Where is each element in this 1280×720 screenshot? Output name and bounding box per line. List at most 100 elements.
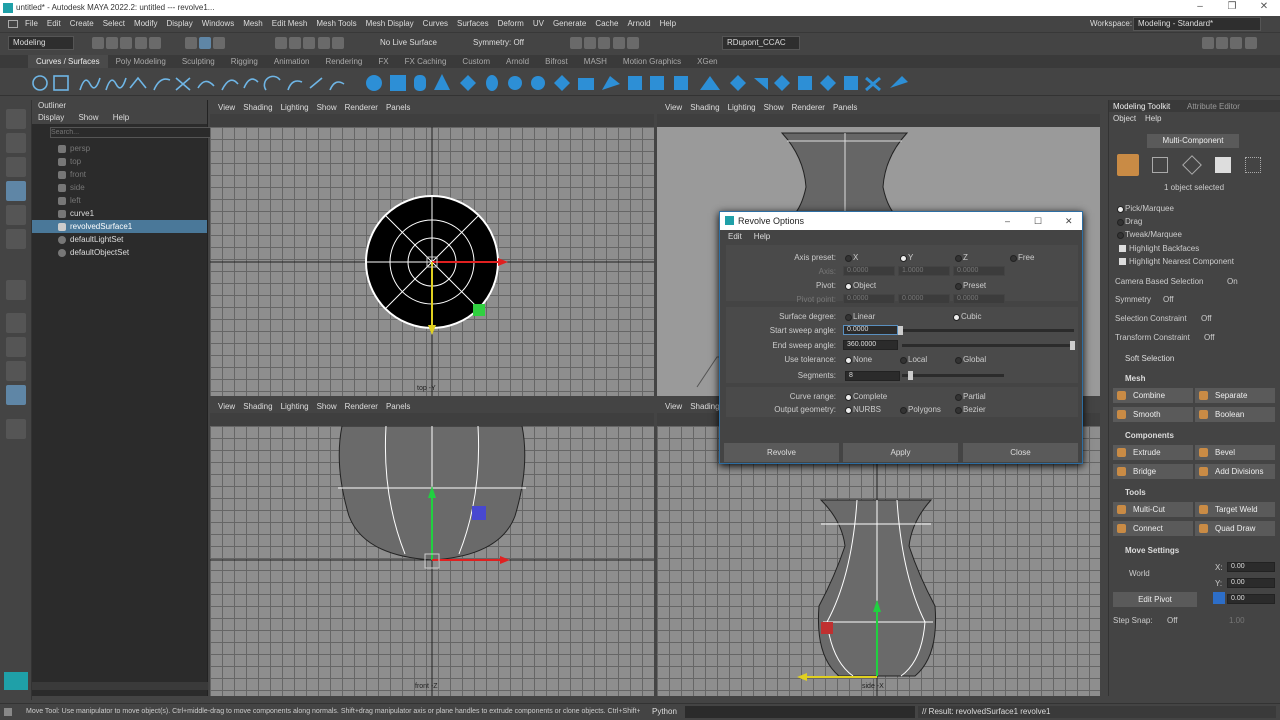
menu-curves[interactable]: Curves bbox=[423, 16, 448, 32]
vp-menu-view[interactable]: View bbox=[218, 402, 235, 411]
menu-display[interactable]: Display bbox=[167, 16, 193, 32]
render-view-icon[interactable] bbox=[570, 37, 582, 49]
extrude-button[interactable]: Extrude bbox=[1113, 445, 1193, 460]
segments-slider[interactable] bbox=[902, 374, 1004, 377]
snap-curve-icon[interactable] bbox=[289, 37, 302, 49]
viewport-front[interactable]: View Shading Lighting Show Renderer Panels fr… bbox=[210, 400, 654, 696]
start-sweep-slider-thumb[interactable] bbox=[898, 326, 903, 335]
outliner-search-input[interactable] bbox=[50, 127, 220, 138]
symmetry-status[interactable]: Symmetry: Off bbox=[473, 38, 524, 47]
axis-preset-free-radio[interactable]: Free bbox=[1010, 253, 1034, 262]
highlight-backfaces-checkbox[interactable] bbox=[1119, 245, 1126, 252]
outliner-item-front[interactable]: front bbox=[32, 168, 207, 181]
menu-set-dropdown[interactable]: Modeling bbox=[8, 36, 74, 50]
tool-settings-toggle-icon[interactable] bbox=[1230, 37, 1243, 49]
outliner-item-defaultobjectset[interactable]: defaultObjectSet bbox=[32, 246, 207, 259]
viewport-toolbar[interactable] bbox=[210, 114, 654, 127]
tab-modeling-toolkit[interactable]: Modeling Toolkit bbox=[1113, 102, 1170, 111]
menu-surfaces[interactable]: Surfaces bbox=[457, 16, 489, 32]
snap-point-icon[interactable] bbox=[303, 37, 316, 49]
end-sweep-slider-thumb[interactable] bbox=[1070, 341, 1075, 350]
side-by-side-icon[interactable] bbox=[6, 361, 26, 381]
shelf-tab-animation[interactable]: Animation bbox=[266, 55, 318, 68]
vp-menu-renderer[interactable]: Renderer bbox=[792, 103, 825, 112]
viewport-top[interactable]: View Shading Lighting Show Renderer Panels to… bbox=[210, 101, 654, 396]
vp-menu-shading[interactable]: Shading bbox=[690, 402, 719, 411]
output-polygons-radio[interactable]: Polygons bbox=[900, 405, 941, 414]
multi-cut-button[interactable]: Multi-Cut bbox=[1113, 502, 1193, 517]
highlight-nearest-checkbox[interactable] bbox=[1119, 258, 1126, 265]
tearoff-icon[interactable] bbox=[8, 20, 18, 28]
shelf-tab-poly-modeling[interactable]: Poly Modeling bbox=[108, 55, 174, 68]
segments-slider-thumb[interactable] bbox=[908, 371, 913, 380]
render-frame-icon[interactable] bbox=[584, 37, 597, 49]
end-sweep-field[interactable]: 360.0000 bbox=[843, 340, 898, 350]
vp-menu-view[interactable]: View bbox=[218, 103, 235, 112]
script-language[interactable]: Python bbox=[652, 704, 677, 720]
search-icon[interactable] bbox=[6, 419, 26, 439]
open-scene-icon[interactable] bbox=[106, 37, 119, 49]
smooth-button[interactable]: Smooth bbox=[1113, 407, 1193, 422]
move-z-field[interactable]: 0.00 bbox=[1227, 594, 1275, 604]
component-mode-icon[interactable] bbox=[213, 37, 226, 49]
selection-constraint-value[interactable]: Off bbox=[1201, 314, 1212, 323]
vp-menu-lighting[interactable]: Lighting bbox=[281, 103, 309, 112]
menu-edit-mesh[interactable]: Edit Mesh bbox=[272, 16, 308, 32]
redo-icon[interactable] bbox=[148, 37, 161, 49]
vp-menu-panels[interactable]: Panels bbox=[386, 402, 410, 411]
workspace-dropdown[interactable]: Modeling - Standard* bbox=[1133, 17, 1261, 31]
add-divisions-button[interactable]: Add Divisions bbox=[1195, 464, 1275, 479]
outliner-item-persp[interactable]: persp bbox=[32, 142, 207, 155]
vp-menu-view[interactable]: View bbox=[665, 103, 682, 112]
viewport-toolbar[interactable] bbox=[210, 413, 654, 426]
pivot-object-radio[interactable]: Object bbox=[845, 281, 876, 290]
paint-select-icon[interactable] bbox=[6, 157, 26, 177]
outliner-item-curve1[interactable]: curve1 bbox=[32, 207, 207, 220]
dialog-menu-help[interactable]: Help bbox=[754, 232, 770, 241]
outliner-item-left[interactable]: left bbox=[32, 194, 207, 207]
menu-mesh[interactable]: Mesh bbox=[243, 16, 263, 32]
shelf-tab-motion-graphics[interactable]: Motion Graphics bbox=[615, 55, 689, 68]
surface-degree-cubic-radio[interactable]: Cubic bbox=[953, 312, 981, 321]
vp-menu-show[interactable]: Show bbox=[317, 402, 337, 411]
bevel-button[interactable]: Bevel bbox=[1195, 445, 1275, 460]
axis-preset-x-radio[interactable]: X bbox=[845, 253, 858, 262]
shelf-tab-sculpting[interactable]: Sculpting bbox=[174, 55, 223, 68]
vp-menu-renderer[interactable]: Renderer bbox=[345, 103, 378, 112]
camera-selection-value[interactable]: On bbox=[1227, 277, 1238, 286]
outliner-layout-icon[interactable] bbox=[6, 385, 26, 405]
maximize-icon[interactable]: ❐ bbox=[1217, 1, 1247, 12]
output-nurbs-radio[interactable]: NURBS bbox=[845, 405, 881, 414]
live-surface-label[interactable]: No Live Surface bbox=[380, 38, 437, 47]
four-pane-icon[interactable] bbox=[6, 337, 26, 357]
vp-menu-lighting[interactable]: Lighting bbox=[728, 103, 756, 112]
snap-surface-icon[interactable] bbox=[331, 37, 344, 49]
modeling-toolkit-toggle-icon[interactable] bbox=[1202, 37, 1214, 49]
outliner-scrollbar[interactable] bbox=[32, 682, 208, 690]
face-mode-icon[interactable] bbox=[1215, 157, 1231, 173]
revolve-button[interactable]: Revolve bbox=[724, 443, 839, 462]
vp-menu-view[interactable]: View bbox=[665, 402, 682, 411]
toolkit-menu-help[interactable]: Help bbox=[1145, 114, 1161, 123]
vp-menu-show[interactable]: Show bbox=[764, 103, 784, 112]
multi-component-button[interactable]: Multi-Component bbox=[1147, 134, 1239, 148]
vp-menu-panels[interactable]: Panels bbox=[386, 103, 410, 112]
dialog-minimize-icon[interactable]: – bbox=[1005, 212, 1010, 230]
render-settings-icon[interactable] bbox=[612, 37, 625, 49]
object-mode-icon[interactable] bbox=[199, 37, 212, 49]
menu-arnold[interactable]: Arnold bbox=[627, 16, 650, 32]
snap-grid-icon[interactable] bbox=[275, 37, 287, 49]
outliner-item-defaultlightset[interactable]: defaultLightSet bbox=[32, 233, 207, 246]
curve-range-complete-radio[interactable]: Complete bbox=[845, 392, 887, 401]
close-icon[interactable]: ✕ bbox=[1249, 1, 1279, 12]
lasso-tool-icon[interactable] bbox=[6, 133, 26, 153]
move-space-dropdown[interactable]: World bbox=[1129, 569, 1150, 578]
viewport-toolbar[interactable] bbox=[657, 114, 1100, 127]
components-section-title[interactable]: Components bbox=[1125, 431, 1174, 440]
apply-button[interactable]: Apply bbox=[843, 443, 958, 462]
vp-menu-renderer[interactable]: Renderer bbox=[345, 402, 378, 411]
undo-icon[interactable] bbox=[134, 37, 147, 49]
step-snap-value[interactable]: Off bbox=[1167, 616, 1178, 625]
menu-select[interactable]: Select bbox=[103, 16, 125, 32]
close-button[interactable]: Close bbox=[963, 443, 1078, 462]
